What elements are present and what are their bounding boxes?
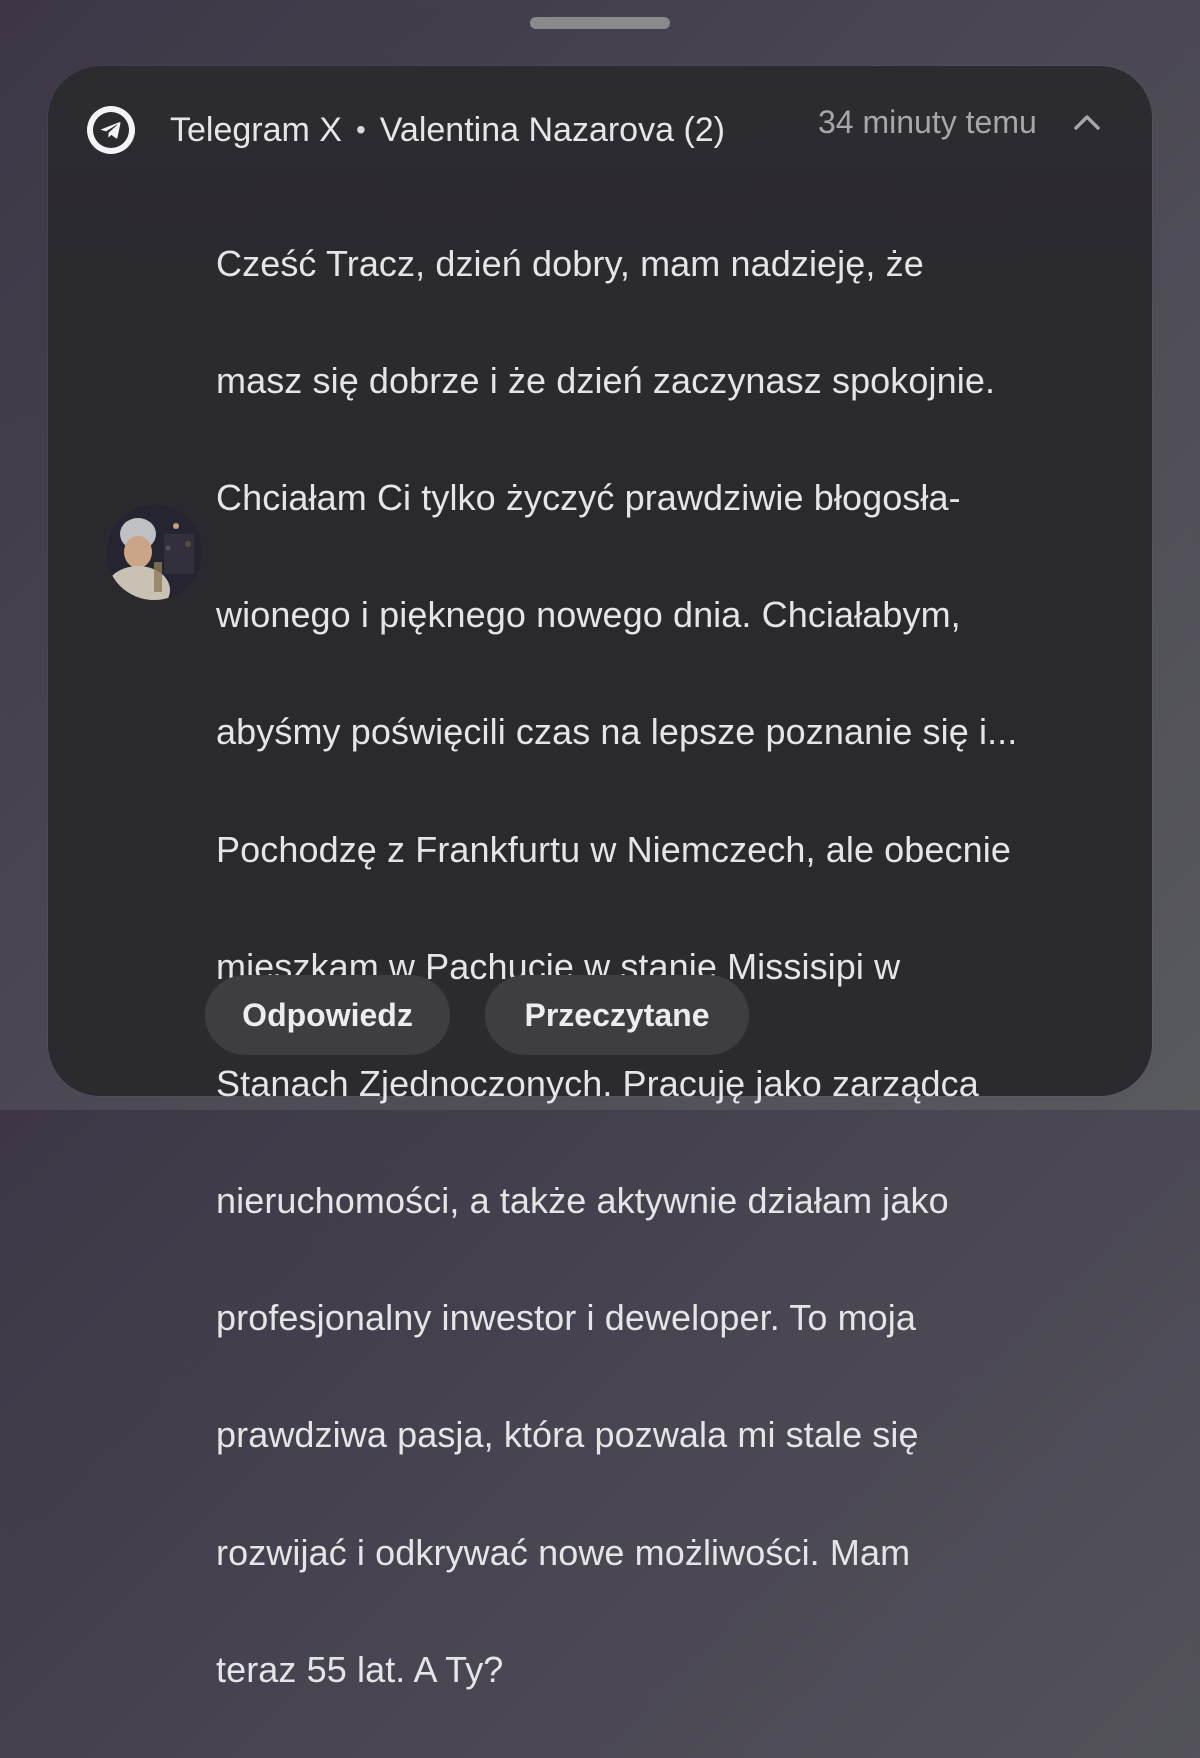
message-line: Cześć Tracz, dzień dobry, mam nadzieję, …: [216, 242, 924, 284]
app-name: Telegram X: [170, 110, 342, 149]
message-line: Chciałam Ci tylko życzyć prawdziwie błog…: [216, 476, 961, 518]
notification-timestamp: 34 minuty temu: [818, 103, 1037, 140]
telegram-icon: [87, 106, 135, 154]
message-line: nieruchomości, a także aktywnie działam …: [216, 1180, 949, 1222]
drag-handle[interactable]: [530, 17, 670, 29]
message-line: Stanach Zjednoczonych. Pracuję jako zarz…: [216, 1062, 979, 1104]
message-line: rozwijać i odkrywać nowe możliwości. Mam: [216, 1531, 911, 1573]
message-body: Cześć Tracz, dzień dobry, mam nadzieję, …: [216, 176, 1126, 1758]
message-line: Pochodzę z Frankfurtu w Niemczech, ale o…: [216, 828, 1011, 870]
reply-button[interactable]: Odpowiedz: [205, 975, 450, 1055]
message-line: teraz 55 lat. A Ty?: [216, 1648, 504, 1690]
message-line: masz się dobrze i że dzień zaczynasz spo…: [216, 359, 996, 401]
message-line: prawdziwa pasja, która pozwala mi stale …: [216, 1414, 919, 1456]
notification-header: Telegram X • Valentina Nazarova (2): [170, 108, 725, 152]
mark-as-read-button[interactable]: Przeczytane: [485, 975, 749, 1055]
message-line: abyśmy poświęcili czas na lepsze poznani…: [216, 711, 1018, 753]
message-line: profesjonalny inwestor i deweloper. To m…: [216, 1297, 917, 1339]
header-separator: •: [355, 114, 366, 145]
message-line: wionego i pięknego nowego dnia. Chciałab…: [216, 594, 961, 636]
avatar: [106, 504, 202, 600]
chevron-up-icon[interactable]: [1070, 106, 1104, 136]
sender-name: Valentina Nazarova (2): [379, 110, 725, 149]
